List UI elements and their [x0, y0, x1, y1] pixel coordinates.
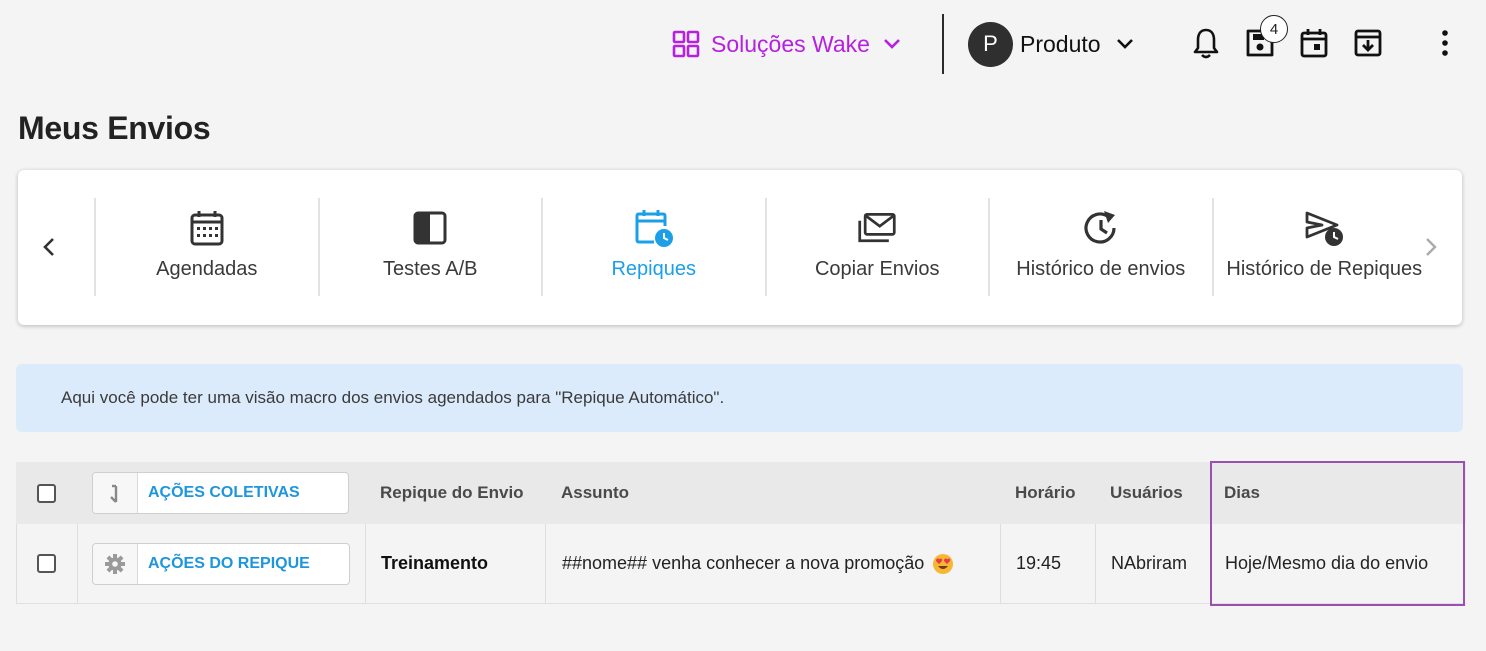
download-button[interactable]	[1353, 26, 1383, 60]
tab-label: Testes A/B	[383, 258, 478, 280]
tab-historico-repiques[interactable]: Histórico de Repiques	[1211, 198, 1436, 296]
heart-eyes-emoji-icon	[933, 553, 954, 574]
column-divider	[16, 524, 17, 604]
cell-repique: Treinamento	[381, 553, 489, 573]
info-banner: Aqui você pode ter uma visão macro dos e…	[16, 364, 1463, 432]
notifications-button[interactable]	[1191, 26, 1221, 60]
column-header-horario[interactable]: Horário	[1015, 462, 1075, 524]
account-name: Produto	[1020, 30, 1101, 57]
tab-testes-ab[interactable]: Testes A/B	[317, 198, 542, 296]
account-menu-button[interactable]: P Produto	[968, 21, 1135, 67]
tab-label: Repiques	[611, 258, 696, 280]
tab-label: Histórico de Repiques	[1226, 258, 1423, 280]
tab-label: Histórico de envios	[1016, 258, 1186, 280]
column-header-usuarios[interactable]: Usuários	[1110, 462, 1183, 524]
carousel-next-button[interactable]	[1420, 232, 1442, 262]
notification-count-badge: 4	[1260, 15, 1288, 43]
column-divider	[545, 524, 546, 604]
page-title: Meus Envios	[18, 110, 211, 146]
download-box-icon	[1354, 29, 1382, 57]
more-vertical-icon	[1442, 30, 1448, 56]
cell-usuarios: NAbriram	[1111, 553, 1188, 573]
tab-list: Agendadas Testes A/B Repiques Copiar Env…	[94, 198, 1435, 296]
solutions-menu-button[interactable]: Soluções Wake	[672, 26, 902, 62]
column-header-repique[interactable]: Repique do Envio	[380, 462, 524, 524]
tab-copiar-envios[interactable]: Copiar Envios	[764, 198, 989, 296]
dias-column-highlight	[1210, 461, 1465, 606]
calendar-button[interactable]	[1299, 26, 1329, 60]
chevron-down-icon	[1116, 39, 1133, 49]
solutions-label: Soluções Wake	[711, 30, 870, 57]
history-icon	[1084, 211, 1116, 244]
send-clock-icon	[1305, 211, 1344, 246]
tab-historico-envios[interactable]: Histórico de envios	[988, 198, 1212, 296]
row-actions-label: AÇÕES DO REPIQUE	[148, 555, 310, 572]
tab-repiques[interactable]: Repiques	[541, 198, 765, 296]
column-divider	[1000, 524, 1001, 604]
apps-grid-icon	[672, 30, 700, 58]
tabs-carousel: Agendadas Testes A/B Repiques Copiar Env…	[18, 170, 1462, 325]
carousel-prev-button[interactable]	[38, 232, 60, 262]
top-bar: Soluções Wake P Produto 4	[0, 0, 1486, 88]
tab-label: Copiar Envios	[814, 258, 940, 280]
chevron-down-icon	[884, 39, 900, 49]
bell-icon	[1193, 28, 1219, 59]
tab-agendadas[interactable]: Agendadas	[94, 198, 318, 296]
avatar: P	[968, 21, 1013, 67]
column-divider	[365, 524, 366, 604]
split-square-icon	[413, 211, 447, 245]
sort-arrow-down-icon	[110, 484, 118, 503]
bulk-actions-label: AÇÕES COLETIVAS	[148, 484, 300, 501]
row-select-cell	[37, 524, 56, 603]
column-divider	[1095, 524, 1096, 604]
tab-label: Agendadas	[156, 258, 258, 280]
column-header-assunto[interactable]: Assunto	[561, 462, 629, 524]
row-checkbox[interactable]	[37, 554, 56, 573]
info-banner-text: Aqui você pode ter uma visão macro dos e…	[61, 388, 725, 407]
cell-assunto: ##nome## venha conhecer a nova promoção	[562, 524, 954, 603]
header-divider	[942, 14, 944, 74]
chevron-left-icon	[43, 238, 54, 256]
select-all-cell	[37, 462, 56, 524]
cell-horario: 19:45	[1016, 553, 1062, 573]
envelopes-icon	[858, 212, 896, 243]
gear-icon	[105, 554, 125, 574]
calendar-icon	[190, 211, 224, 246]
row-actions-button[interactable]: AÇÕES DO REPIQUE	[92, 543, 350, 585]
column-divider	[77, 524, 78, 604]
more-options-button[interactable]	[1430, 26, 1460, 60]
bulk-actions-button[interactable]: AÇÕES COLETIVAS	[92, 472, 349, 514]
calendar-clock-icon	[635, 210, 673, 247]
chevron-right-icon	[1426, 238, 1437, 256]
calendar-event-icon	[1300, 29, 1328, 58]
select-all-checkbox[interactable]	[37, 483, 56, 503]
